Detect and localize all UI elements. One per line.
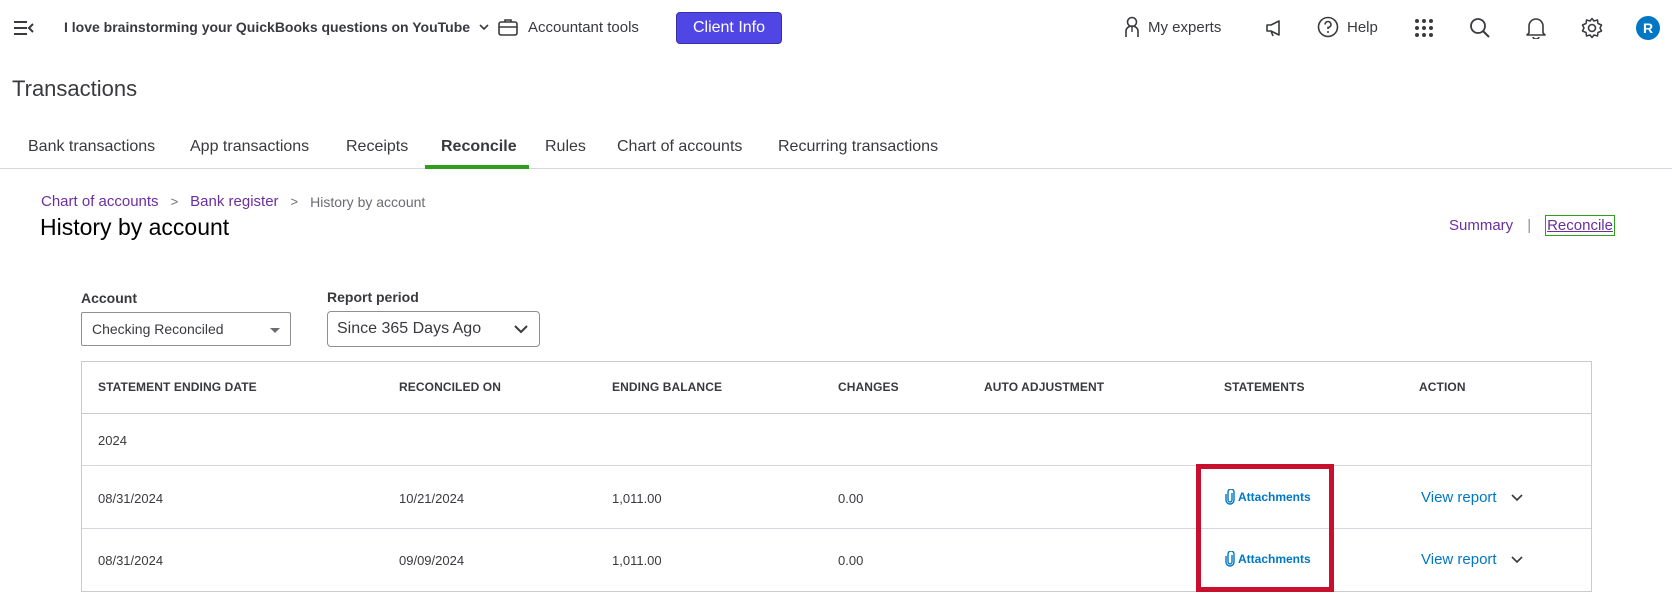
attachments-link[interactable]: Attachments: [1224, 489, 1311, 505]
table-row: 08/31/2024 09/09/2024 1,011.00 0.00 Atta…: [82, 529, 1591, 592]
tab-receipts[interactable]: Receipts: [346, 138, 408, 156]
column-header-statements: STATEMENTS: [1224, 380, 1305, 394]
active-tab-indicator: [425, 165, 529, 169]
view-report-button[interactable]: View report: [1421, 551, 1523, 568]
chevron-down-icon: [479, 24, 489, 31]
report-period-select[interactable]: Since 365 Days Ago: [327, 311, 540, 347]
my-experts-button[interactable]: My experts: [1124, 16, 1221, 38]
view-report-label: View report: [1421, 551, 1497, 568]
attachments-link[interactable]: Attachments: [1224, 551, 1311, 567]
page-title: Transactions: [12, 76, 138, 101]
megaphone-icon[interactable]: [1263, 16, 1287, 40]
tab-rules[interactable]: Rules: [545, 138, 586, 156]
briefcase-icon: [498, 19, 518, 36]
reconcile-link[interactable]: Reconcile: [1545, 215, 1615, 236]
paperclip-icon: [1225, 489, 1235, 505]
help-button[interactable]: Help: [1317, 16, 1378, 38]
bell-icon[interactable]: [1524, 16, 1548, 40]
column-header-auto-adjustment[interactable]: AUTO ADJUSTMENT: [984, 380, 1104, 394]
reconcile-history-table: STATEMENT ENDING DATE RECONCILED ON ENDI…: [81, 361, 1592, 592]
apps-grid-icon[interactable]: [1412, 16, 1436, 40]
company-selector[interactable]: I love brainstorming your QuickBooks que…: [64, 19, 490, 35]
year-group-row: 2024: [82, 414, 1591, 466]
report-period-label: Report period: [327, 289, 419, 305]
help-icon: [1317, 16, 1339, 38]
person-icon: [1125, 16, 1139, 37]
table-row: 08/31/2024 10/21/2024 1,011.00 0.00 Atta…: [82, 466, 1591, 529]
avatar[interactable]: R: [1636, 16, 1660, 40]
company-name: I love brainstorming your QuickBooks que…: [64, 19, 471, 35]
year-group-label: 2024: [98, 433, 127, 448]
tab-chart-of-accounts[interactable]: Chart of accounts: [617, 138, 742, 156]
chevron-down-icon[interactable]: [1511, 493, 1523, 503]
ending-balance-cell: 1,011.00: [612, 491, 662, 506]
view-report-label: View report: [1421, 489, 1497, 506]
menu-icon[interactable]: [14, 19, 34, 37]
chevron-down-icon: [514, 325, 528, 334]
caret-down-icon: [270, 328, 280, 333]
tab-bank-transactions[interactable]: Bank transactions: [28, 138, 155, 156]
chevron-down-icon[interactable]: [1511, 555, 1523, 565]
statement-ending-date-cell: 08/31/2024: [98, 491, 164, 506]
breadcrumb-bank-register[interactable]: Bank register: [190, 193, 278, 210]
summary-link[interactable]: Summary: [1449, 217, 1513, 234]
subpage-title: History by account: [40, 214, 230, 240]
top-bar: I love brainstorming your QuickBooks que…: [0, 0, 1672, 56]
view-report-button[interactable]: View report: [1421, 489, 1523, 506]
breadcrumb-separator: >: [170, 194, 179, 209]
column-header-action: ACTION: [1419, 380, 1466, 394]
account-select-value: Checking Reconciled: [92, 321, 224, 337]
client-info-button[interactable]: Client Info: [676, 12, 782, 44]
column-header-changes[interactable]: CHANGES: [838, 380, 899, 394]
breadcrumb-separator: >: [290, 194, 299, 209]
report-period-value: Since 365 Days Ago: [337, 320, 482, 337]
tab-recurring-transactions[interactable]: Recurring transactions: [778, 138, 938, 156]
gear-icon[interactable]: [1580, 16, 1604, 40]
breadcrumb-chart-of-accounts[interactable]: Chart of accounts: [41, 193, 159, 210]
tab-app-transactions[interactable]: App transactions: [190, 138, 309, 156]
ending-balance-cell: 1,011.00: [612, 553, 662, 568]
view-links: Summary | Reconcile: [1449, 215, 1615, 236]
breadcrumb-current: History by account: [310, 193, 426, 210]
breadcrumb: Chart of accounts > Bank register > Hist…: [41, 193, 425, 210]
tab-bar: Bank transactions App transactions Recei…: [0, 130, 1672, 169]
reconciled-on-cell: 09/09/2024: [399, 553, 465, 568]
changes-cell: 0.00: [838, 553, 864, 568]
attachments-label: Attachments: [1238, 552, 1311, 566]
accountant-tools-label: Accountant tools: [528, 18, 639, 36]
my-experts-label: My experts: [1148, 18, 1222, 36]
account-select[interactable]: Checking Reconciled: [81, 312, 291, 346]
column-header-ending-balance[interactable]: ENDING BALANCE: [612, 380, 722, 394]
attachments-label: Attachments: [1238, 490, 1311, 504]
tab-reconcile[interactable]: Reconcile: [441, 138, 517, 156]
table-header: STATEMENT ENDING DATE RECONCILED ON ENDI…: [82, 362, 1591, 414]
accountant-tools-button[interactable]: Accountant tools: [498, 18, 639, 36]
search-icon[interactable]: [1468, 16, 1492, 40]
help-label: Help: [1347, 18, 1378, 36]
link-divider: |: [1527, 217, 1532, 234]
paperclip-icon: [1225, 551, 1235, 567]
reconciled-on-cell: 10/21/2024: [399, 491, 465, 506]
statement-ending-date-cell: 08/31/2024: [98, 553, 164, 568]
account-label: Account: [81, 290, 137, 306]
column-header-reconciled-on[interactable]: RECONCILED ON: [399, 380, 501, 394]
changes-cell: 0.00: [838, 491, 864, 506]
column-header-statement-ending-date[interactable]: STATEMENT ENDING DATE: [98, 380, 257, 394]
